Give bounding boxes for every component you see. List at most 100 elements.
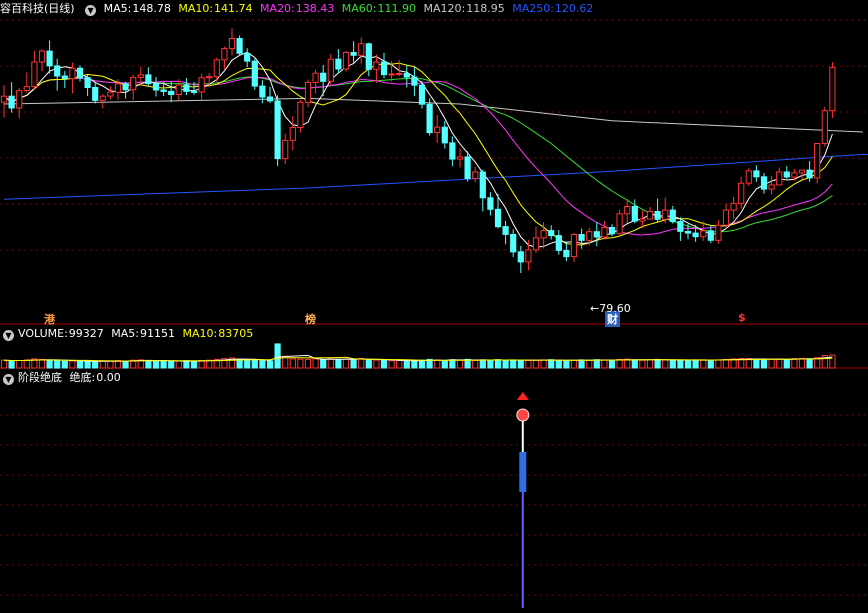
volume-bar: [380, 360, 388, 369]
volume-bar: [517, 359, 524, 369]
volume-bar: [555, 360, 562, 369]
volume-bar: [798, 357, 806, 369]
candle-body: [289, 127, 296, 141]
indicator-series-value: 0.00: [96, 371, 121, 384]
volume-bar: [76, 360, 84, 369]
candle-body: [464, 156, 471, 179]
candle-body: [677, 221, 684, 232]
candle-body: [373, 61, 380, 70]
candle-body: [297, 101, 304, 129]
candle-body: [768, 184, 775, 190]
volume-bar: [152, 360, 160, 369]
candle-body: [54, 65, 61, 77]
candle-body: [700, 230, 707, 238]
candle-body: [532, 237, 540, 251]
candle-body: [776, 171, 783, 186]
low-price-label: ←79.60: [590, 302, 631, 315]
candle-body: [236, 38, 243, 54]
candle-body: [388, 73, 395, 76]
chevron-down-icon[interactable]: ▼: [85, 5, 97, 16]
candle-body: [312, 72, 319, 83]
volume-bar: [700, 359, 707, 369]
indicator-name[interactable]: 阶段绝底: [18, 371, 62, 384]
volume-bar: [631, 359, 638, 369]
volume-bar: [373, 359, 380, 369]
candle-body: [616, 213, 623, 235]
event-marker-dollar[interactable]: $: [738, 311, 746, 324]
candle-body: [502, 226, 509, 235]
candle-body: [152, 83, 160, 91]
candle-body: [593, 231, 600, 238]
candle-body: [107, 91, 114, 97]
event-marker-rank[interactable]: 榜: [305, 311, 316, 327]
ma5-line: [3, 51, 833, 248]
candle-body: [16, 90, 23, 109]
chevron-down-icon[interactable]: ▼: [3, 330, 14, 341]
candlestick-series: [0, 28, 836, 274]
volume-bar: [183, 360, 190, 369]
chevron-down-icon[interactable]: ▼: [3, 374, 14, 385]
candle-body: [251, 60, 258, 87]
volume-bar: [16, 360, 23, 369]
candle-body: [358, 43, 365, 56]
volume-bar: [365, 359, 372, 369]
volume-bar: [593, 359, 600, 369]
ma20-line: [3, 76, 833, 236]
candle-body: [548, 230, 555, 237]
candle-body: [555, 235, 562, 251]
candle-body: [662, 209, 669, 220]
candle-body: [99, 95, 106, 101]
volume-bar: [145, 360, 152, 369]
candle-body: [175, 84, 182, 95]
volume-bar: [396, 360, 403, 369]
volume-bar: [639, 359, 646, 369]
candle-body: [608, 227, 616, 235]
candle-body: [84, 77, 91, 88]
vol-ma10-value: 83705: [218, 327, 254, 340]
event-marker-hk[interactable]: 港: [44, 311, 55, 327]
volume-bar: [8, 360, 15, 369]
volume-bar: [502, 360, 509, 369]
volume-bar: [563, 360, 570, 369]
volume-bar: [327, 358, 334, 369]
volume-bar: [616, 358, 623, 369]
candle-body: [434, 126, 441, 133]
vol-ma10-label: MA10:: [182, 327, 218, 340]
candle-body: [753, 170, 760, 178]
candle-body: [266, 96, 274, 102]
volume-bar: [190, 360, 198, 369]
volume-bar: [768, 358, 775, 369]
volume-bar: [654, 358, 661, 369]
candle-body: [791, 172, 798, 178]
volume-bar: [707, 359, 714, 369]
candle-body: [760, 176, 768, 190]
volume-bar: [684, 359, 692, 369]
volume-bar: [289, 358, 296, 369]
candle-body: [479, 171, 486, 199]
volume-bar: [259, 360, 266, 369]
candle-body: [396, 73, 403, 75]
candle-body: [624, 206, 631, 215]
candle-body: [487, 197, 494, 210]
volume-bar: [84, 361, 91, 369]
candle-body: [114, 83, 122, 93]
volume-bar: [510, 359, 517, 369]
volume-bar: [578, 359, 585, 369]
candle-body: [684, 230, 692, 234]
candle-body: [745, 170, 752, 184]
candle-body: [654, 211, 661, 220]
candle-body: [730, 202, 737, 211]
stock-name[interactable]: 容百科技: [0, 2, 44, 15]
candle-body: [206, 76, 213, 79]
volume-bar: [168, 361, 175, 369]
volume-bar: [350, 358, 357, 369]
volume-bar: [335, 358, 342, 369]
candle-body: [426, 103, 433, 134]
volume-bar: [624, 358, 631, 369]
volume-bars: [0, 343, 836, 369]
candle-body: [46, 50, 53, 67]
volume-bar: [532, 359, 540, 369]
candle-body: [783, 171, 790, 178]
volume-bar: [312, 358, 319, 369]
candle-body: [69, 67, 76, 80]
